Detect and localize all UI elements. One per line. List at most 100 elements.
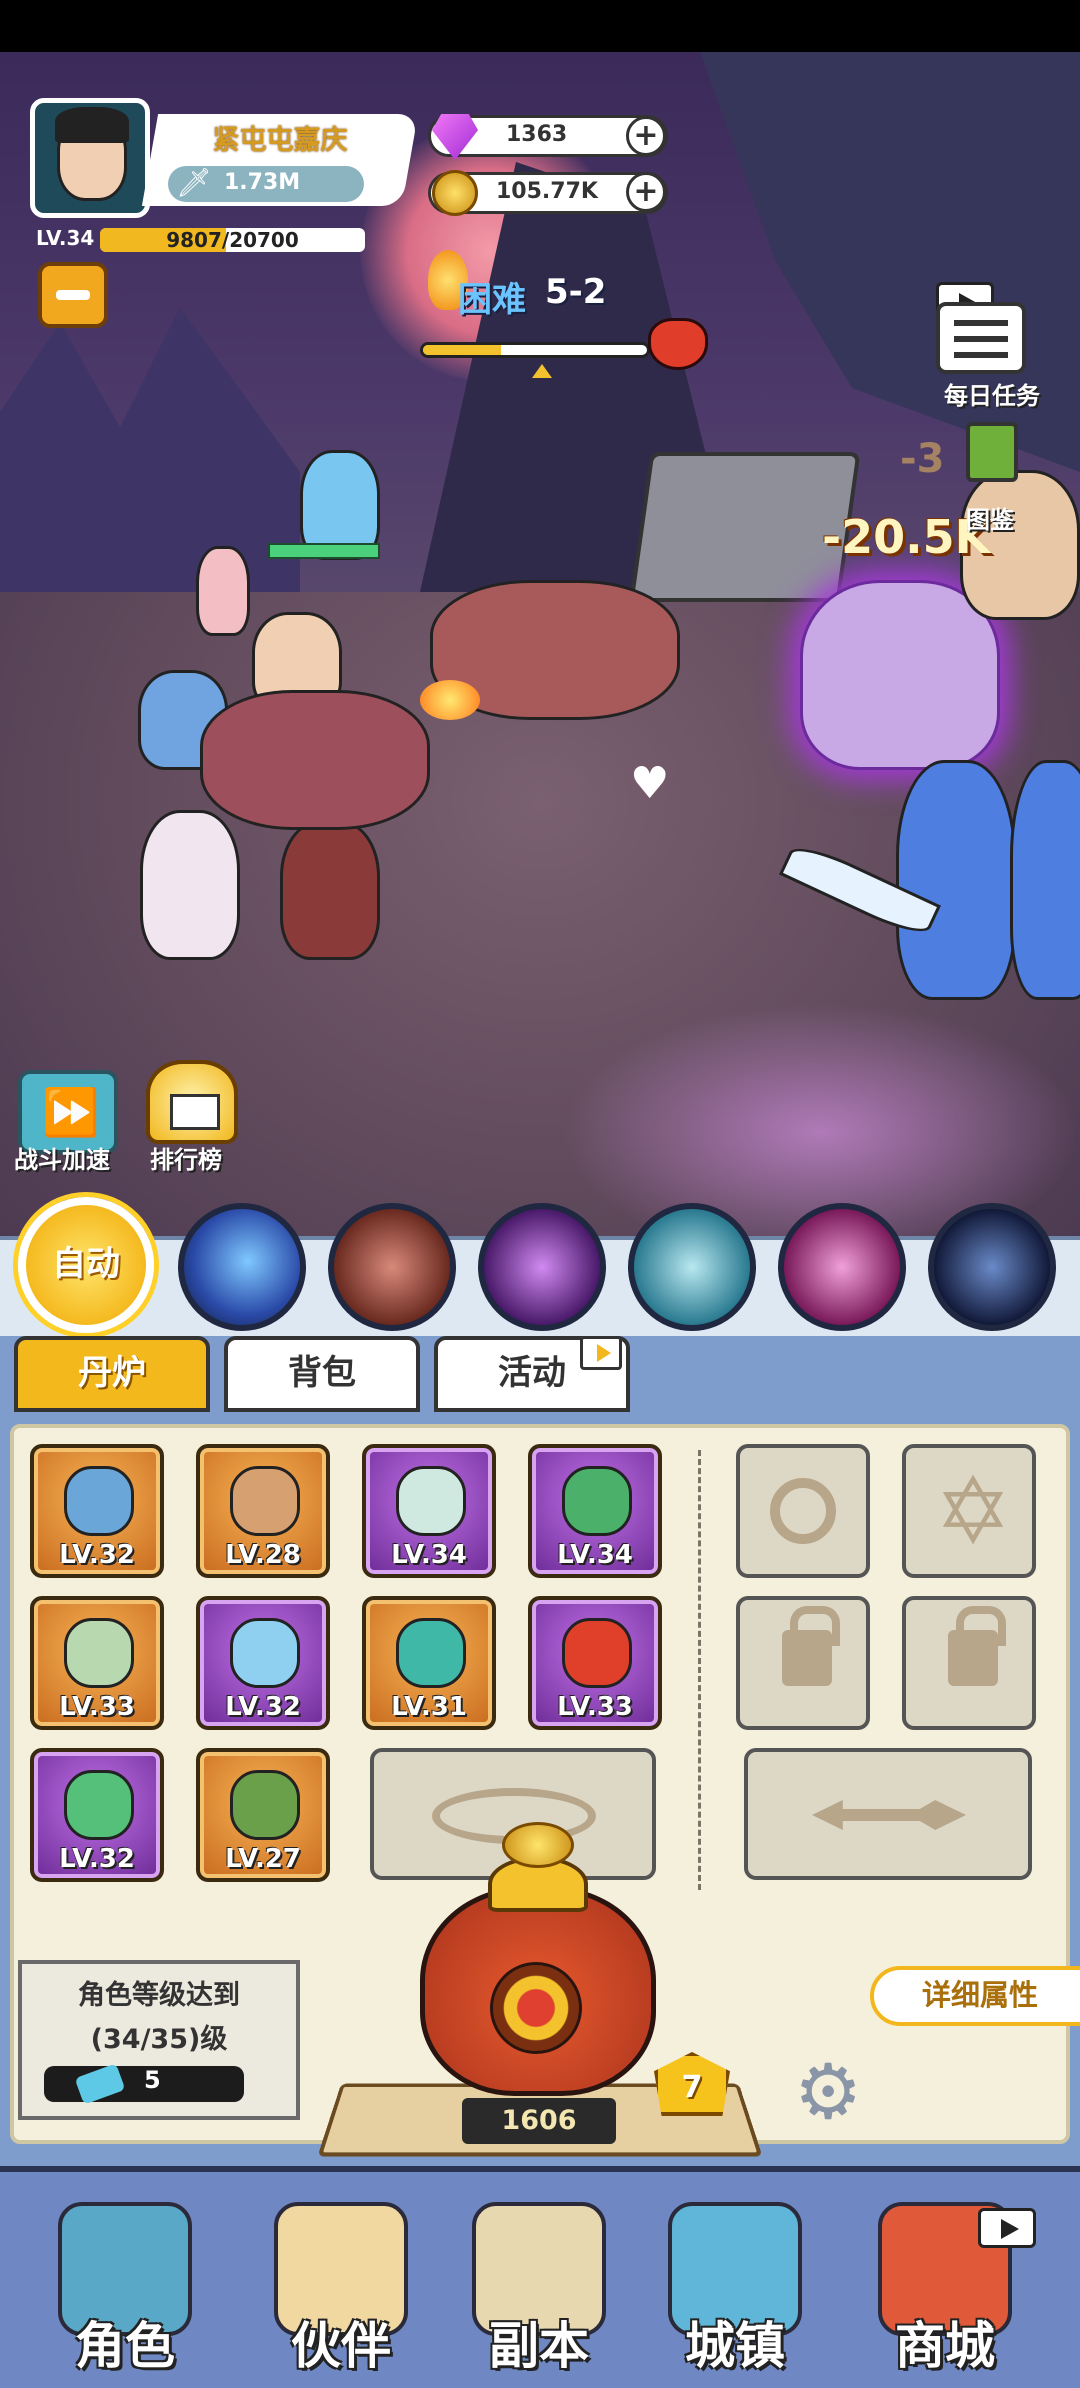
equipment-slot[interactable]: LV.31 (362, 1596, 496, 1730)
skill-spirit-icon[interactable] (628, 1203, 756, 1331)
furnace-emblem-icon (490, 1962, 582, 2054)
fan-icon (64, 1618, 134, 1688)
ally-beast-pack (200, 690, 430, 830)
divider (698, 1450, 701, 1890)
equipment-level: LV.31 (391, 1692, 467, 1722)
codex-button[interactable] (966, 422, 1018, 482)
skill-spiral-icon[interactable] (778, 1203, 906, 1331)
robe-icon (396, 1466, 466, 1536)
locked-slot-1[interactable] (736, 1596, 870, 1730)
nav-label: 商城 (895, 2317, 995, 2375)
add-gems-button[interactable]: + (626, 116, 666, 156)
game-screen: { "player": { "name": "紧屯屯嘉庆", "power": … (0, 0, 1080, 2388)
detail-attributes-button[interactable]: 详细属性 (870, 1966, 1080, 2026)
stage-difficulty: 困难 (458, 280, 526, 320)
xp-max: 20700 (229, 228, 299, 252)
player-level: LV.34 (36, 226, 95, 250)
task-line (954, 320, 1008, 326)
heart-icon: ♥ (630, 758, 670, 809)
stage-number: 5-2 (545, 272, 607, 312)
podium-icon (170, 1094, 220, 1130)
equipment-slot[interactable]: LV.28 (196, 1444, 330, 1578)
player-avatar[interactable] (30, 98, 150, 218)
weapon-slot[interactable] (744, 1748, 1032, 1880)
daily-tasks-label: 每日任务 (944, 382, 1040, 410)
equipment-slot[interactable]: LV.33 (528, 1596, 662, 1730)
ally-swordsman (280, 820, 380, 960)
requirement-text: 角色等级达到 (34/35)级 (18, 1974, 300, 2062)
codex-label: 图鉴 (966, 506, 1014, 534)
nav-item-town[interactable]: 城镇 (640, 2184, 830, 2380)
skill-beast-icon[interactable] (328, 1203, 456, 1331)
equipment-level: LV.33 (557, 1692, 633, 1722)
ring-icon (396, 1618, 466, 1688)
nav-item-character[interactable]: 角色 (30, 2184, 220, 2380)
boss-demon-icon (648, 318, 708, 370)
combat-power: 1.73M (224, 170, 301, 195)
sword-icon: 🗡 (176, 166, 212, 199)
scroll-icon (230, 1466, 300, 1536)
equipment-slot[interactable]: LV.34 (528, 1444, 662, 1578)
auto-skill-button[interactable]: 自动 (18, 1197, 154, 1333)
locked-slot-2[interactable] (902, 1596, 1036, 1730)
lock-icon (948, 1606, 1006, 1686)
tab-backpack[interactable]: 背包 (224, 1336, 420, 1412)
equipment-slot[interactable]: LV.32 (30, 1748, 164, 1882)
battle-speed-label: 战斗加速 (14, 1146, 110, 1174)
equipment-level: LV.32 (225, 1692, 301, 1722)
status-bar (0, 0, 1080, 52)
boots-icon (230, 1770, 300, 1840)
ally-lotus-maiden (140, 810, 240, 960)
damage-number: -20.5K (822, 510, 991, 564)
nav-label: 角色 (75, 2317, 175, 2375)
coin-stack-icon (502, 1822, 574, 1868)
enemy-cursed (800, 580, 1000, 770)
ticket-count: 5 (144, 2066, 161, 2094)
emblem-icon (770, 1478, 836, 1544)
skill-comet-icon[interactable] (178, 1203, 306, 1331)
fast-forward-icon: ⏩ (42, 1085, 100, 1139)
collapse-button[interactable] (38, 262, 108, 328)
play-icon (597, 1344, 611, 1362)
coin-icon (432, 170, 478, 216)
damage-number-faded: -3 (900, 436, 945, 482)
settings-gear-icon[interactable]: ⚙ (794, 2052, 904, 2132)
daily-tasks-button[interactable] (936, 302, 1026, 374)
enemy-blue-swordsman (896, 760, 1016, 1000)
accessory-slot-2[interactable]: ✡ (902, 1444, 1036, 1578)
nav-label: 伙伴 (291, 2317, 391, 2375)
nav-label: 副本 (489, 2317, 589, 2375)
accessory-slot-1[interactable] (736, 1444, 870, 1578)
spear-icon (64, 1466, 134, 1536)
equipment-level: LV.34 (557, 1540, 633, 1570)
equipment-slot[interactable]: LV.32 (196, 1596, 330, 1730)
tab-events-badge (580, 1336, 622, 1370)
equipment-level: LV.32 (59, 1540, 135, 1570)
fireball (420, 680, 480, 720)
sword-silhouette-icon (812, 1800, 966, 1830)
nav-item-partner[interactable]: 伙伴 (246, 2184, 436, 2380)
leaderboard-button[interactable] (146, 1060, 238, 1144)
equipment-level: LV.27 (225, 1844, 301, 1874)
requirement-line-1: 角色等级达到 (78, 1980, 240, 2011)
tab-furnace[interactable]: 丹炉 (14, 1336, 210, 1412)
equipment-level: LV.28 (225, 1540, 301, 1570)
equipment-level: LV.33 (59, 1692, 135, 1722)
hexagram-icon: ✡ (934, 1458, 1012, 1565)
equipment-slot[interactable]: LV.33 (30, 1596, 164, 1730)
equipment-slot[interactable]: LV.32 (30, 1444, 164, 1578)
equipment-level: LV.32 (59, 1844, 135, 1874)
avatar-hair (55, 107, 129, 143)
ally-arrow-head (196, 546, 250, 636)
skill-vortex-icon[interactable] (478, 1203, 606, 1331)
equipment-slot[interactable]: LV.27 (196, 1748, 330, 1882)
dragon-orb-icon (562, 1466, 632, 1536)
add-coins-button[interactable]: + (626, 172, 666, 212)
task-line (954, 336, 1008, 342)
skill-rune-icon[interactable] (928, 1203, 1056, 1331)
gem-count: 1363 (506, 122, 568, 147)
equipment-slot[interactable]: LV.34 (362, 1444, 496, 1578)
equipment-level: LV.34 (391, 1540, 467, 1570)
requirement-line-2: (34/35)级 (90, 2024, 228, 2055)
nav-item-dungeon[interactable]: 副本 (444, 2184, 634, 2380)
